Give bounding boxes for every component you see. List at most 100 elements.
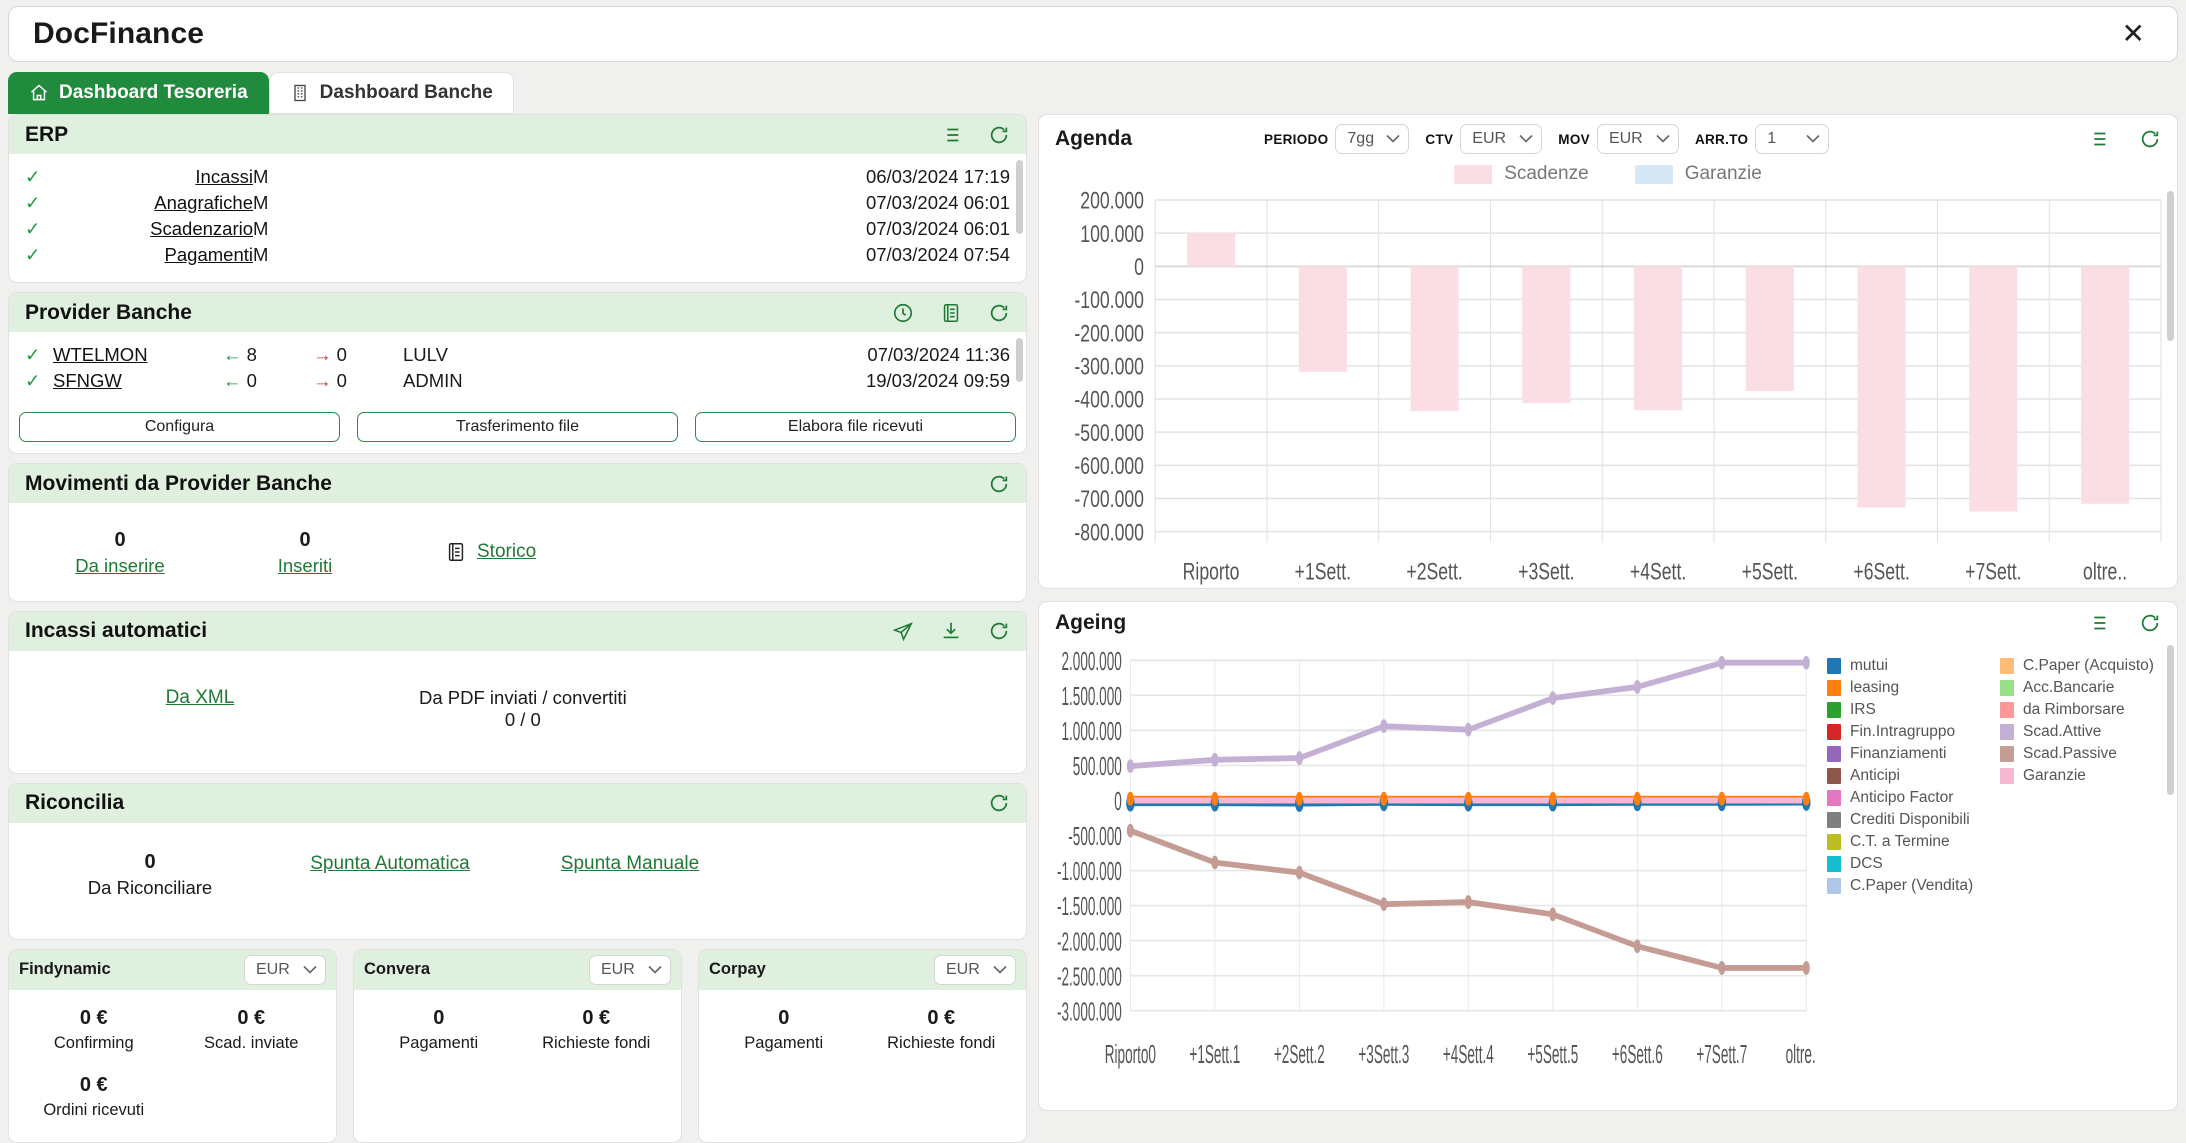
erp-link[interactable]: Pagamenti (165, 244, 253, 265)
erp-date: 06/03/2024 17:19 (865, 166, 1010, 187)
da-inserire-link[interactable]: Da inserire (75, 555, 164, 576)
da-riconciliare-stat: 0 Da Riconciliare (25, 849, 275, 901)
legend-label: IRS (1850, 701, 1876, 718)
agenda-chart-panel: Agenda PERIODO 7gg CTV EUR MOV EUR ARR.T… (1038, 114, 2178, 589)
refresh-icon[interactable] (988, 124, 1010, 146)
da-xml-link[interactable]: Da XML (166, 687, 235, 708)
svg-text:+7Sett.7: +7Sett.7 (1696, 1040, 1747, 1069)
elabora-file-ricevuti-button[interactable]: Elabora file ricevuti (695, 412, 1016, 442)
legend-item[interactable]: mutui (1827, 655, 2000, 677)
refresh-icon[interactable] (988, 792, 1010, 814)
chevron-down-icon (1656, 130, 1670, 148)
status-check: ✓ (25, 244, 41, 265)
legend-item[interactable]: Acc.Bancarie (2000, 677, 2173, 699)
list-icon[interactable] (2087, 128, 2109, 150)
legend-item[interactable]: Anticipo Factor (1827, 787, 2000, 809)
building-icon (290, 83, 310, 103)
convera-currency-select[interactable]: EUR (589, 954, 671, 985)
right-column: Agenda PERIODO 7gg CTV EUR MOV EUR ARR.T… (1038, 114, 2178, 1111)
download-icon[interactable] (940, 620, 962, 642)
legend-item[interactable]: Anticipi (1827, 765, 2000, 787)
trasferimento-file-button[interactable]: Trasferimento file (357, 412, 678, 442)
erp-body: ✓ Incassi M 06/03/2024 17:19 ✓ Anagrafic… (9, 154, 1026, 282)
refresh-icon[interactable] (988, 620, 1010, 642)
stat-value: 0 (299, 529, 311, 551)
legend-item-scadenze[interactable]: Scadenze (1454, 163, 1589, 185)
legend-item[interactable]: C.Paper (Vendita) (1827, 875, 2000, 897)
findynamic-currency-select[interactable]: EUR (244, 954, 326, 985)
svg-text:-600.000: -600.000 (1074, 454, 1144, 480)
periodo-select[interactable]: 7gg (1335, 124, 1410, 154)
table-row: ✓ Incassi M 06/03/2024 17:19 (25, 164, 1010, 190)
ageing-scrollbar[interactable] (2167, 645, 2174, 1106)
ageing-legend-col-1: mutui leasing IRS Fin.Intragruppo Finanziame… (1827, 655, 2000, 1110)
legend-item[interactable]: Crediti Disponibili (1827, 809, 2000, 831)
spunta-manuale-link[interactable]: Spunta Manuale (561, 853, 699, 874)
agenda-scrollbar[interactable] (2167, 191, 2174, 584)
svg-text:500.000: 500.000 (1073, 752, 1122, 781)
legend-label: Garanzie (1684, 163, 1762, 184)
legend-swatch (1827, 812, 1841, 828)
provider-link[interactable]: SFNGW (53, 370, 122, 391)
refresh-icon[interactable] (988, 302, 1010, 324)
erp-link[interactable]: Anagrafiche (154, 192, 253, 213)
agenda-plot: 200.000 100.000 0 -100.000 -200.000 -300.000 -… (1039, 187, 2177, 588)
list-icon[interactable] (2087, 612, 2109, 634)
send-icon[interactable] (892, 620, 914, 642)
document-icon[interactable] (940, 302, 962, 324)
tab-dashboard-tesoreria[interactable]: Dashboard Tesoreria (8, 72, 269, 114)
provider-date: 07/03/2024 11:36 (867, 344, 1010, 365)
ctv-select[interactable]: EUR (1460, 124, 1543, 154)
ageing-chart-panel: Ageing 2.000.000 1.500.000 1.000.000 500.00… (1038, 601, 2178, 1111)
legend-item[interactable]: Garanzie (2000, 765, 2173, 787)
configura-button[interactable]: Configura (19, 412, 340, 442)
spunta-automatica-link[interactable]: Spunta Automatica (310, 853, 470, 874)
svg-text:+3Sett.3: +3Sett.3 (1358, 1040, 1409, 1069)
close-icon[interactable]: ✕ (2114, 16, 2153, 52)
corpay-currency-select[interactable]: EUR (934, 954, 1016, 985)
refresh-icon[interactable] (2139, 128, 2161, 150)
legend-item[interactable]: C.Paper (Acquisto) (2000, 655, 2173, 677)
table-row: ✓ Pagamenti M 07/03/2024 07:54 (25, 242, 1010, 268)
erp-scrollbar[interactable] (1016, 160, 1023, 276)
agenda-legend: Scadenze Garanzie (1039, 160, 2177, 187)
legend-item-garanzie[interactable]: Garanzie (1634, 163, 1762, 185)
movimenti-body: 0 Da inserire 0 Inseriti Storico (9, 503, 1026, 601)
mov-select[interactable]: EUR (1596, 124, 1679, 154)
legend-item[interactable]: C.T. a Termine (1827, 831, 2000, 853)
legend-item[interactable]: Fin.Intragruppo (1827, 721, 2000, 743)
provider-link[interactable]: WTELMON (53, 344, 148, 365)
stat-scad-inviate: 0 € Scad. inviate (173, 998, 331, 1065)
stat-label: Richieste fondi (542, 1033, 651, 1052)
incassi-title: Incassi automatici (25, 619, 208, 643)
table-row: ✓ SFNGW ← 0 → 0 ADMIN 19/03/2024 09:59 (25, 368, 1010, 394)
refresh-icon[interactable] (988, 473, 1010, 495)
stat-value: 0 € (237, 1006, 266, 1029)
list-icon[interactable] (940, 124, 962, 146)
inseriti-link[interactable]: Inseriti (278, 555, 333, 576)
erp-link[interactable]: Incassi (195, 166, 253, 187)
provider-scrollbar[interactable] (1016, 338, 1023, 398)
legend-item[interactable]: Scad.Passive (2000, 743, 2173, 765)
table-row: ✓ Anagrafiche M 07/03/2024 06:01 (25, 190, 1010, 216)
erp-link[interactable]: Scadenzario (150, 218, 253, 239)
stat-confirming: 0 € Confirming (15, 998, 173, 1065)
legend-item[interactable]: Scad.Attive (2000, 721, 2173, 743)
refresh-icon[interactable] (2139, 612, 2161, 634)
legend-item[interactable]: da Rimborsare (2000, 699, 2173, 721)
arroto-select[interactable]: 1 (1755, 124, 1830, 154)
legend-item[interactable]: IRS (1827, 699, 2000, 721)
legend-item[interactable]: Finanziamenti (1827, 743, 2000, 765)
provider-body: ✓ WTELMON ← 8 → 0 LULV 07/03/2024 11:36 … (9, 332, 1026, 404)
legend-item[interactable]: DCS (1827, 853, 2000, 875)
agenda-plot-wrap: 200.000 100.000 0 -100.000 -200.000 -300.000 -… (1039, 187, 2177, 588)
legend-item[interactable]: leasing (1827, 677, 2000, 699)
provider-user: ADMIN (403, 370, 463, 391)
corpay-body: 0 Pagamenti 0 € Richieste fondi (699, 990, 1026, 1075)
storico-group[interactable]: Storico (445, 541, 536, 563)
clock-icon[interactable] (892, 302, 914, 324)
tab-dashboard-banche[interactable]: Dashboard Banche (268, 72, 514, 114)
legend-swatch (2000, 680, 2014, 696)
partner-cards-row: Findynamic EUR 0 € Confirming 0 € Scad. … (8, 948, 1027, 1143)
storico-link[interactable]: Storico (477, 541, 536, 563)
